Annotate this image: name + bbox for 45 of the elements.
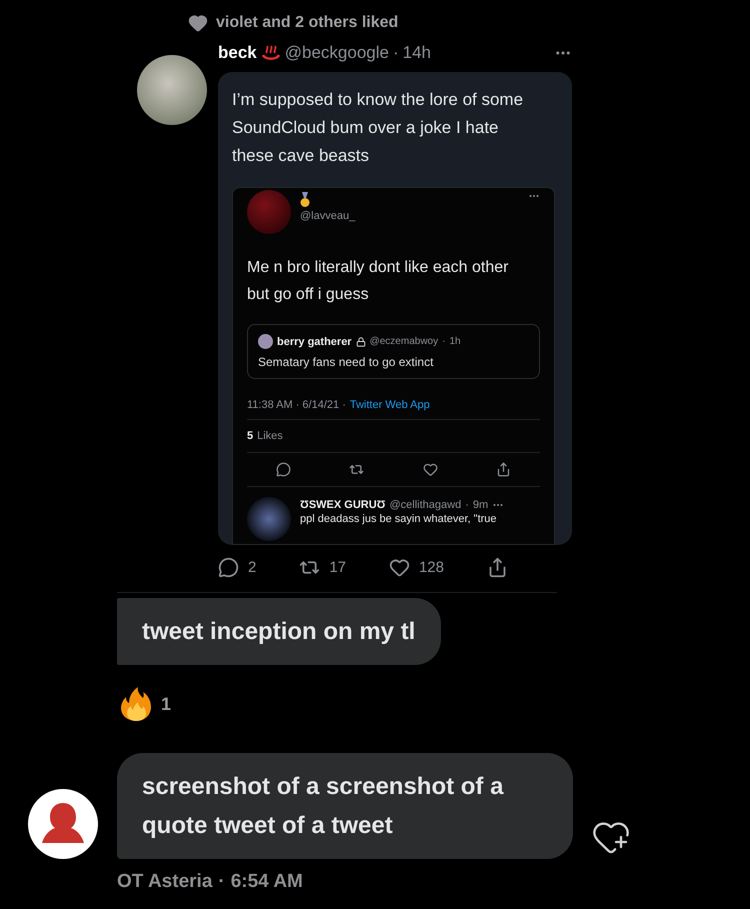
likes-count: 5 [247, 430, 254, 442]
separator-dot: · [442, 336, 446, 347]
medal-icon [300, 192, 310, 208]
heart-icon[interactable] [422, 462, 438, 477]
retweet-icon[interactable] [349, 462, 364, 477]
separator-dot: · [392, 43, 399, 63]
post-time: 14h [402, 43, 432, 63]
tweet-text: I’m supposed to know the lore of some SoundCloud bum over a joke I hate these cave beasts [232, 89, 524, 167]
user-handle: @eczemabwoy [370, 336, 438, 347]
action-count: 128 [418, 559, 444, 576]
lock-icon [356, 336, 366, 346]
separator-dot: · [465, 499, 469, 511]
post-time: 1h [449, 336, 461, 347]
display-name: beck [218, 43, 257, 63]
reply-text: ppl deadass jus be sayin whatever, "true [300, 513, 498, 525]
sender-name: OT Asteria [117, 871, 212, 893]
user-handle: @cellithagawd [389, 499, 462, 511]
heart-icon[interactable] [388, 557, 410, 578]
photo-placeholder [258, 334, 273, 349]
user-handle: @beckgoogle [284, 43, 389, 63]
quote-text: Sematary fans need to go extinct [258, 355, 434, 369]
timestamp: 11:38 AM · 6/14/21 · [247, 399, 346, 411]
likes-label: Likes [257, 430, 283, 442]
action-count: 17 [329, 559, 346, 576]
client-link[interactable]: Twitter Web App [350, 399, 430, 411]
share-icon[interactable] [486, 557, 508, 578]
user-handle: @lavveau_ [300, 210, 356, 222]
message-bubble[interactable]: screenshot of a screenshot of a quote tweet of a tweet [117, 753, 573, 859]
liked-text: violet and 2 others liked [216, 14, 398, 32]
reaction-count: 1 [161, 694, 172, 714]
share-icon[interactable] [496, 462, 511, 477]
post-time: 9m [472, 499, 488, 511]
message-bubble[interactable]: tweet inception on my tl [117, 598, 442, 665]
heart-icon [188, 13, 208, 33]
display-name: ƱSWEX GURUƱ [300, 499, 386, 511]
tweet-text: Me n bro literally dont like each other but go off i guess [247, 258, 510, 305]
action-count: 2 [248, 559, 256, 576]
display-name: berry gatherer [277, 336, 352, 348]
reply-icon[interactable] [276, 462, 292, 477]
separator-dot: · [218, 871, 225, 893]
message-time: 6:54 AM [230, 871, 303, 893]
photo-placeholder [247, 190, 291, 234]
reply-icon[interactable] [218, 557, 239, 578]
hot-springs-icon [260, 44, 281, 62]
photo-placeholder [247, 497, 291, 541]
